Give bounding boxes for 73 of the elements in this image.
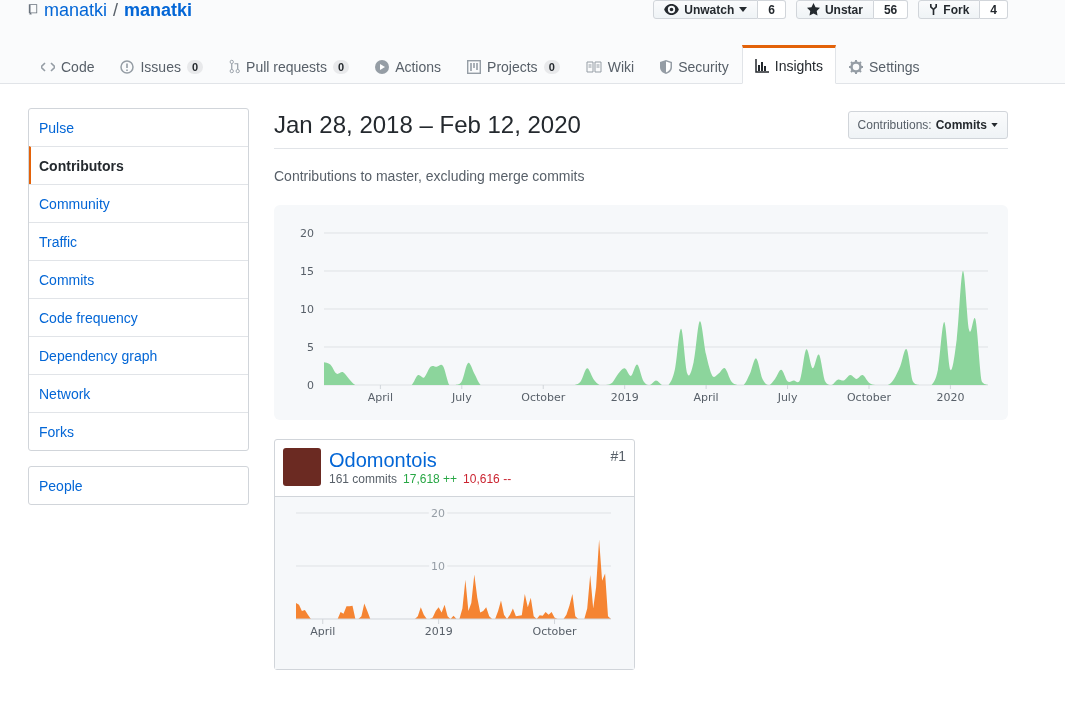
axis-label: 15 — [300, 265, 314, 278]
axis-label: 10 — [431, 560, 445, 573]
axis-label: 20 — [431, 507, 445, 520]
axis-label: July — [451, 391, 472, 404]
count-link[interactable]: 56 — [873, 0, 909, 19]
count-link[interactable]: 6 — [758, 0, 786, 19]
sidebar-item[interactable]: People — [29, 467, 248, 504]
sidebar-item[interactable]: Forks — [29, 412, 248, 450]
axis-label: 5 — [307, 341, 314, 354]
additions-count: 17,618 ++ — [403, 472, 458, 486]
axis-label: July — [777, 391, 798, 404]
settings-icon — [849, 59, 863, 74]
caret-icon — [991, 123, 998, 127]
tab-counter: 0 — [333, 59, 350, 74]
axis-label: 2019 — [424, 625, 453, 638]
sidebar-item[interactable]: Network — [29, 374, 248, 412]
nav-tab[interactable]: Pull requests 0 — [216, 47, 363, 84]
axis-label: 0 — [307, 379, 314, 392]
axis-label: April — [367, 391, 393, 404]
axis-label: 2020 — [936, 391, 965, 404]
count-link[interactable]: 4 — [980, 0, 1008, 19]
sidebar-item[interactable]: Commits — [29, 260, 248, 298]
chart-description: Contributions to master, excluding merge commits — [274, 168, 586, 184]
date-range-heading: Jan 28, 2018 – Feb 12, 2020 — [274, 111, 581, 139]
nav-tab[interactable]: Wiki — [572, 47, 648, 84]
axis-label: October — [521, 391, 566, 404]
star-icon — [806, 3, 820, 16]
project-board-icon — [467, 59, 482, 74]
code-icon — [41, 61, 55, 72]
commit-count: 161 commits — [329, 472, 398, 486]
play-icon — [375, 59, 390, 74]
pull-request-icon — [229, 59, 241, 74]
shield-icon — [660, 59, 673, 74]
tab-counter: 0 — [186, 59, 204, 74]
repo-name-link[interactable]: manatki — [124, 0, 193, 20]
sidebar-item[interactable]: Community — [29, 184, 248, 222]
axis-label: 20 — [300, 227, 314, 240]
repo-owner-link[interactable]: manatki — [44, 0, 108, 20]
eye-icon — [664, 4, 680, 15]
nav-tab[interactable]: Insights — [741, 45, 836, 84]
book-icon — [585, 60, 602, 73]
contributions-dropdown[interactable]: Contributions: Commits — [847, 111, 1008, 139]
path-separator: / — [113, 0, 119, 20]
nav-tab[interactable]: Security — [647, 47, 742, 84]
axis-label: 10 — [300, 303, 314, 316]
axis-label: 2019 — [610, 391, 639, 404]
repo-icon — [28, 3, 38, 17]
tab-counter: 0 — [543, 59, 560, 74]
nav-tab[interactable]: Projects 0 — [454, 47, 573, 84]
sidebar-item[interactable]: Contributors — [29, 146, 248, 184]
nav-tab[interactable]: Actions — [362, 47, 455, 84]
sidebar-item[interactable]: Code frequency — [29, 298, 248, 336]
contributor-rank: #1 — [610, 448, 626, 464]
axis-label: April — [693, 391, 719, 404]
star-button[interactable]: Unstar — [795, 0, 874, 19]
axis-label: April — [310, 625, 336, 638]
nav-tab[interactable]: Settings — [836, 47, 933, 84]
sidebar-item[interactable]: Traffic — [29, 222, 248, 260]
issue-icon — [120, 59, 135, 74]
fork-button[interactable]: Fork — [918, 0, 981, 19]
nav-tab[interactable]: Issues 0 — [107, 47, 217, 84]
caret-icon — [739, 7, 748, 12]
avatar-placeholder — [283, 448, 321, 486]
sidebar-item[interactable]: Dependency graph — [29, 336, 248, 374]
deletions-count: 10,616 -- — [463, 472, 512, 486]
sidebar-item[interactable]: Pulse — [29, 109, 248, 146]
contributor-name-link[interactable]: Odomontois — [329, 448, 512, 472]
nav-tab[interactable]: Code — [28, 47, 108, 84]
axis-label: October — [532, 625, 577, 638]
fork-icon — [929, 3, 939, 16]
watch-button[interactable]: Unwatch — [653, 0, 759, 19]
bar-graph-icon — [754, 58, 769, 73]
axis-label: October — [846, 391, 891, 404]
